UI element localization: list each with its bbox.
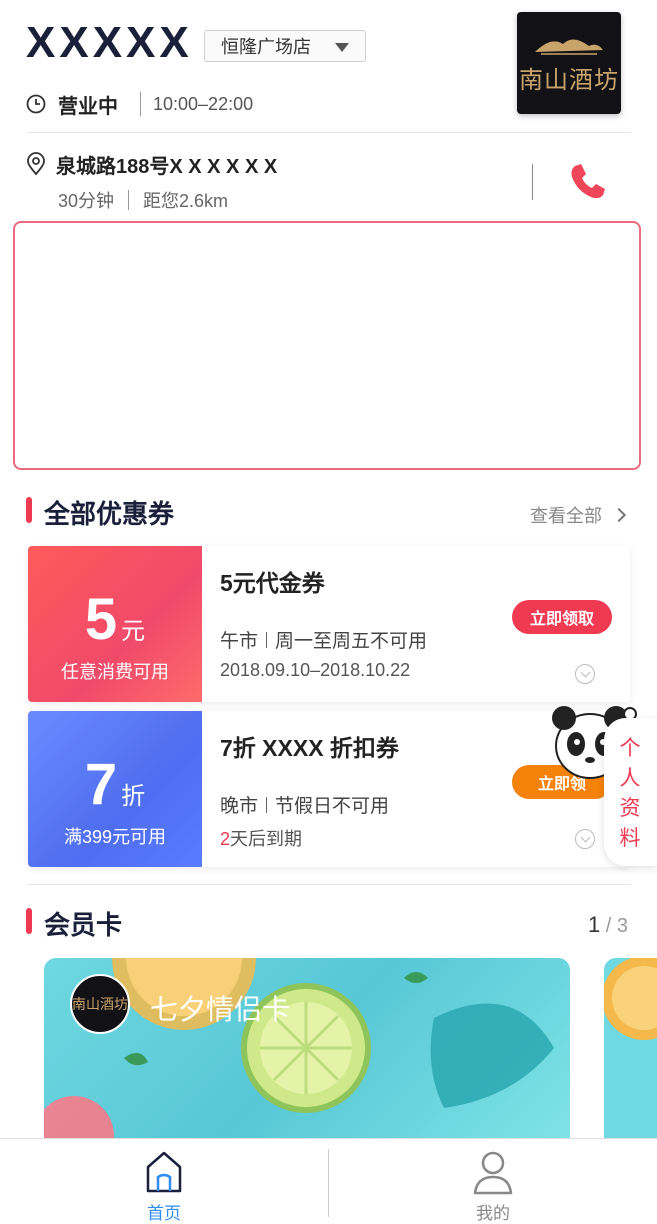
pager-current: 1 xyxy=(588,912,601,937)
business-hours: 10:00–22:00 xyxy=(153,93,254,114)
user-icon xyxy=(473,1151,513,1195)
coupon-time-slot: 晚市 xyxy=(220,796,259,817)
coupon-validity: 2018.09.10–2018.10.22 xyxy=(220,660,411,680)
section-marker xyxy=(26,908,32,934)
coupon-usage-time: 午市 周一至周五不可用 xyxy=(220,626,427,653)
section-marker xyxy=(26,497,32,523)
member-card-next[interactable] xyxy=(604,958,657,1138)
member-section-title: 会员卡 xyxy=(44,910,123,940)
expiry-suffix: 天后到期 xyxy=(230,829,303,849)
divider xyxy=(266,631,268,648)
expiry-days: 2 xyxy=(220,829,231,849)
call-button[interactable] xyxy=(565,160,609,204)
coupon-condition: 满399元可用 xyxy=(63,827,167,847)
status-row: 营业中 10:00–22:00 xyxy=(26,90,253,118)
coupon-condition: 任意消费可用 xyxy=(61,662,169,682)
member-card-name: 七夕情侣卡 xyxy=(150,994,291,1025)
coupon-expiry: 2天后到期 xyxy=(220,825,302,851)
clock-icon xyxy=(26,94,46,114)
expand-chevron-icon[interactable] xyxy=(575,664,595,684)
store-name: XXXXX xyxy=(26,18,193,67)
coupon-amount-unit: 折 xyxy=(121,783,146,810)
coupon-amount-number: 7 xyxy=(84,752,118,817)
divider xyxy=(26,884,631,885)
view-all-link[interactable]: 查看全部 xyxy=(530,502,627,528)
divider xyxy=(266,796,268,813)
coupon-restriction: 节假日不可用 xyxy=(275,796,390,817)
divider xyxy=(140,92,141,116)
divider xyxy=(128,190,130,210)
nav-home-label: 首页 xyxy=(147,1204,181,1223)
coupon-restriction: 周一至周五不可用 xyxy=(275,631,428,652)
coupon-amount: 7 折 xyxy=(28,751,202,818)
coupon-amount-number: 5 xyxy=(84,587,118,652)
nav-home[interactable]: 首页 xyxy=(0,1139,328,1224)
profile-tab[interactable]: 个人资料 xyxy=(604,718,657,866)
bottom-nav: 首页 我的 xyxy=(0,1138,657,1224)
delivery-meta: 30分钟 距您2.6km xyxy=(58,186,228,214)
card-pager: 1 / 3 xyxy=(588,912,629,937)
claim-coupon-button[interactable]: 立即领取 xyxy=(512,600,612,634)
address-row[interactable]: 泉城路188号X X X X X X xyxy=(26,150,277,178)
logo-text: 南山酒坊 xyxy=(519,65,619,94)
coupon-value-panel: 5 元 任意消费可用 xyxy=(28,546,202,702)
chevron-right-icon xyxy=(611,507,627,523)
coupon-title: 7折 XXXX 折扣券 xyxy=(220,735,399,761)
promo-banner[interactable] xyxy=(13,221,641,470)
chevron-down-icon xyxy=(335,43,349,52)
divider xyxy=(532,164,533,200)
location-pin-icon xyxy=(27,152,45,176)
branch-select-label: 恒隆广场店 xyxy=(221,37,311,57)
branch-select[interactable]: 恒隆广场店 xyxy=(204,30,366,62)
view-all-label: 查看全部 xyxy=(530,506,602,526)
pager-total: 3 xyxy=(616,915,629,937)
divider xyxy=(26,132,631,133)
delivery-time: 30分钟 xyxy=(58,191,115,211)
phone-icon xyxy=(571,164,605,199)
business-status: 营业中 xyxy=(58,95,118,118)
home-icon xyxy=(146,1151,182,1193)
profile-tab-label: 个人资料 xyxy=(619,737,641,850)
mountain-logo-icon xyxy=(535,38,603,55)
nav-mine[interactable]: 我的 xyxy=(329,1139,657,1224)
coupon-title: 5元代金券 xyxy=(220,570,325,596)
coupon-usage-time: 晚市 节假日不可用 xyxy=(220,791,389,818)
coupon-amount-unit: 元 xyxy=(121,618,146,645)
coupon-amount: 5 元 xyxy=(28,586,202,653)
nav-mine-label: 我的 xyxy=(476,1204,510,1223)
coupon-value-panel: 7 折 满399元可用 xyxy=(28,711,202,867)
member-card[interactable]: 南山酒坊 七夕情侣卡 xyxy=(44,958,570,1138)
card-background-art xyxy=(604,958,657,1040)
expand-chevron-icon[interactable] xyxy=(575,829,595,849)
store-address: 泉城路188号X X X X X X xyxy=(56,155,278,178)
store-logo: 南山酒坊 xyxy=(517,12,621,114)
distance: 距您2.6km xyxy=(143,191,229,211)
coupons-section-title: 全部优惠券 xyxy=(44,499,175,529)
coupon-time-slot: 午市 xyxy=(220,631,259,652)
coupon-card[interactable]: 5 元 任意消费可用 5元代金券 午市 周一至周五不可用 2018.09.10–… xyxy=(28,546,630,702)
card-logo-avatar: 南山酒坊 xyxy=(70,974,130,1034)
card-logo-text: 南山酒坊 xyxy=(72,997,128,1013)
